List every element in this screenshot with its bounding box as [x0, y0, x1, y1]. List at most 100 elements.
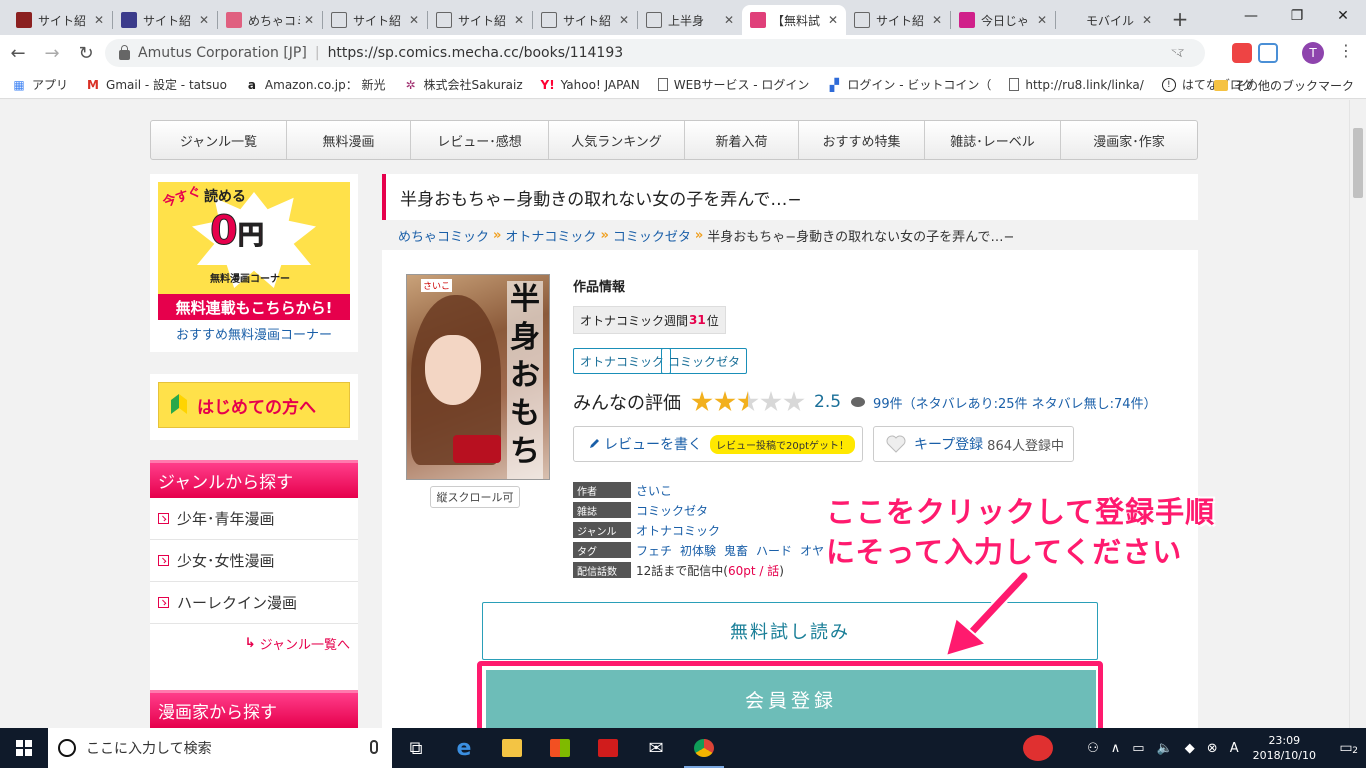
browser-tab[interactable]: 今日じゃ ✕	[951, 5, 1055, 35]
nav-new-arrivals[interactable]: 新着入荷	[685, 121, 799, 159]
taskbar-search[interactable]: ここに入力して検索	[48, 728, 392, 768]
dropbox-icon[interactable]: ◆	[1185, 741, 1195, 756]
edge-icon[interactable]: e	[440, 728, 488, 768]
beginner-banner[interactable]: はじめての方へ	[158, 382, 350, 428]
chevron-up-icon[interactable]: ∧	[1111, 741, 1121, 756]
bookmark-item[interactable]: ▦ アプリ	[12, 76, 68, 93]
keep-register-button[interactable]: キープ登録 864人登録中	[873, 426, 1074, 462]
author-link[interactable]: さいこ	[636, 482, 672, 499]
book-cover[interactable]: さいこ 半身おもちゃ	[406, 274, 550, 480]
bookmark-item[interactable]: M Gmail - 設定 - tatsuo	[86, 76, 227, 93]
category-tag[interactable]: オトナコミック	[573, 348, 672, 374]
genre-item[interactable]: 少年･青年漫画	[150, 498, 358, 540]
free-manga-link[interactable]: おすすめ無料漫画コーナー	[150, 324, 358, 343]
bookmark-item[interactable]: ✲ 株式会社Sakuraiz	[404, 76, 523, 93]
tag-link[interactable]: 鬼畜	[724, 544, 748, 558]
file-explorer-icon[interactable]	[488, 728, 536, 768]
forward-arrow-icon[interactable]: →	[36, 37, 68, 69]
bookmark-item[interactable]: Y! Yahoo! JAPAN	[541, 78, 640, 92]
close-tab-icon[interactable]: ✕	[619, 13, 629, 27]
ime-indicator[interactable]: A	[1230, 741, 1239, 756]
bookmark-item[interactable]: a Amazon.co.jp： 新光	[245, 76, 386, 93]
bookmark-item[interactable]: ▞ ログイン - ビットコイン（	[827, 76, 992, 93]
close-tab-icon[interactable]: ✕	[409, 13, 419, 27]
notification-center-icon[interactable]: ▭ 2	[1326, 728, 1366, 768]
people-icon[interactable]: ⚇	[1087, 741, 1099, 756]
breadcrumb-link[interactable]: オトナコミック	[505, 226, 596, 245]
genre-more-link[interactable]: ↳ ジャンル一覧へ	[150, 624, 358, 662]
nav-magazines[interactable]: 雑誌･レーベル	[925, 121, 1061, 159]
close-tab-icon[interactable]: ✕	[304, 13, 314, 27]
nav-reviews[interactable]: レビュー･感想	[411, 121, 549, 159]
browser-tab-active[interactable]: 【無料試 ✕	[742, 5, 846, 35]
cancel-circle-icon[interactable]: ⊗	[1207, 741, 1218, 756]
browser-tab[interactable]: サイト紹 ✕	[428, 5, 532, 35]
genre-link[interactable]: オトナコミック	[636, 522, 720, 539]
close-tab-icon[interactable]: ✕	[724, 13, 734, 27]
browser-tab[interactable]: めちゃコミ ✕	[218, 5, 322, 35]
extension-icon[interactable]	[1232, 43, 1252, 63]
nav-free-manga[interactable]: 無料漫画	[287, 121, 411, 159]
page-scrollbar[interactable]	[1349, 100, 1366, 728]
review-count-link[interactable]: 99件（ネタバレあり:25件 ネタバレ無し:74件）	[873, 393, 1157, 412]
bookmark-item[interactable]: WEBサービス - ログイン	[657, 76, 809, 93]
activity-monitor-icon[interactable]	[1023, 735, 1054, 761]
back-arrow-icon[interactable]: ←	[2, 37, 34, 69]
close-tab-icon[interactable]: ✕	[932, 13, 942, 27]
new-tab-button[interactable]: +	[1166, 5, 1194, 33]
tag-link[interactable]: ハード	[756, 544, 792, 558]
tag-link[interactable]: 初体験	[680, 544, 716, 558]
mail-icon[interactable]: ✉	[632, 728, 680, 768]
chrome-icon[interactable]	[680, 728, 728, 768]
browser-tab[interactable]: サイト紹 ✕	[846, 5, 950, 35]
genre-item[interactable]: 少女･女性漫画	[150, 540, 358, 582]
address-bar[interactable]: Amutus Corporation [JP] | https://sp.com…	[105, 39, 1205, 67]
scrollbar-thumb[interactable]	[1353, 128, 1363, 198]
browser-tab[interactable]: サイト紹 ✕	[113, 5, 217, 35]
other-bookmarks-folder[interactable]: その他のブックマーク	[1213, 77, 1354, 94]
nav-genre-list[interactable]: ジャンル一覧	[151, 121, 287, 159]
close-tab-icon[interactable]: ✕	[94, 13, 104, 27]
free-manga-promo: 今すぐ 読める 0円 無料漫画コーナー 無料連載もこちらから! おすすめ無料漫画…	[150, 174, 358, 352]
close-tab-icon[interactable]: ✕	[828, 13, 838, 27]
browser-tab[interactable]: サイト紹 ✕	[8, 5, 112, 35]
profile-avatar[interactable]: T	[1302, 42, 1324, 64]
taskbar-clock[interactable]: 23:09 2018/10/10	[1253, 733, 1316, 763]
magazine-link[interactable]: コミックゼタ	[636, 502, 708, 519]
category-tag[interactable]: コミックゼタ	[661, 348, 748, 374]
task-view-icon[interactable]: ⧉	[392, 728, 440, 768]
nav-ranking[interactable]: 人気ランキング	[549, 121, 685, 159]
genre-item[interactable]: ハーレクイン漫画	[150, 582, 358, 624]
volume-icon[interactable]: 🔈	[1157, 741, 1173, 756]
microphone-icon[interactable]	[370, 740, 378, 754]
battery-icon[interactable]: ▭	[1132, 741, 1144, 756]
book-app-icon[interactable]	[584, 728, 632, 768]
browser-tab[interactable]: モバイル ✕	[1056, 5, 1160, 35]
nav-featured[interactable]: おすすめ特集	[799, 121, 925, 159]
bookmark-item[interactable]: http://ru8.link/linka/	[1009, 78, 1144, 92]
reload-icon[interactable]: ↻	[70, 37, 102, 69]
nav-artists[interactable]: 漫画家･作家	[1061, 121, 1197, 159]
extension-icon[interactable]	[1258, 43, 1278, 63]
free-manga-banner[interactable]: 今すぐ 読める 0円 無料漫画コーナー 無料連載もこちらから!	[158, 182, 350, 320]
bookmark-star-icon[interactable]: ☆	[1170, 42, 1191, 62]
close-tab-icon[interactable]: ✕	[1037, 13, 1047, 27]
browser-tab[interactable]: サイト紹 ✕	[533, 5, 637, 35]
browser-tab[interactable]: 上半身 ✕	[638, 5, 742, 35]
minimize-icon[interactable]: —	[1228, 0, 1274, 32]
tag-link[interactable]: オヤ	[800, 544, 824, 558]
restore-icon[interactable]: ❐	[1274, 0, 1320, 32]
menu-dots-icon[interactable]: ⋮	[1338, 41, 1354, 60]
write-review-button[interactable]: レビューを書く レビュー投稿で20ptゲット！	[573, 426, 863, 462]
start-button[interactable]	[0, 728, 48, 768]
episodes-value: 12話まで配信中(60pt / 話)	[636, 562, 784, 579]
close-tab-icon[interactable]: ✕	[1142, 13, 1152, 27]
close-tab-icon[interactable]: ✕	[199, 13, 209, 27]
breadcrumb-link[interactable]: めちゃコミック	[398, 226, 489, 245]
browser-tab[interactable]: サイト紹 ✕	[323, 5, 427, 35]
close-tab-icon[interactable]: ✕	[514, 13, 524, 27]
close-window-icon[interactable]: ✕	[1320, 0, 1366, 32]
store-icon[interactable]	[536, 728, 584, 768]
tag-link[interactable]: フェチ	[636, 544, 672, 558]
breadcrumb-link[interactable]: コミックゼタ	[613, 226, 691, 245]
